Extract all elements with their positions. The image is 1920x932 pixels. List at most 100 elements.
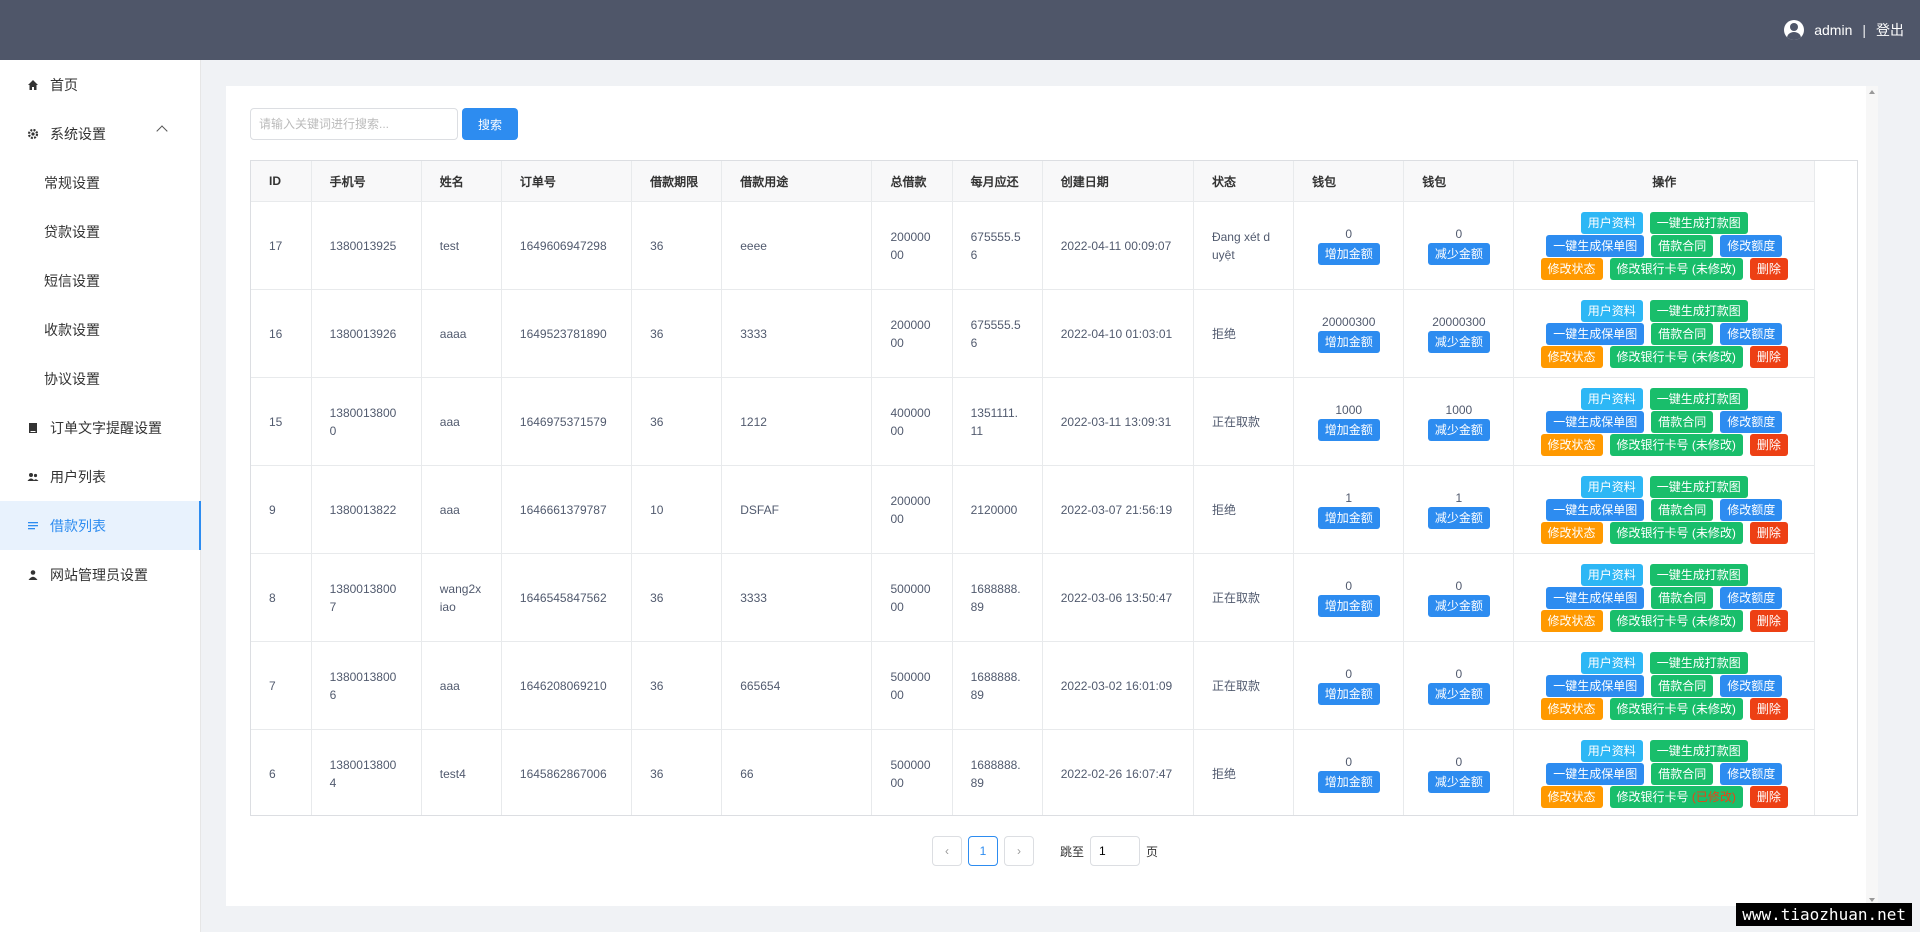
delete-button[interactable]: 删除 (1749, 433, 1788, 456)
edit-limit-button[interactable]: 修改额度 (1720, 762, 1783, 785)
delete-button[interactable]: 删除 (1749, 785, 1788, 808)
edit-status-button[interactable]: 修改状态 (1540, 345, 1603, 368)
cell-name: aaa (421, 377, 502, 466)
delete-button[interactable]: 删除 (1749, 345, 1788, 368)
add-amount-button[interactable]: 增加金额 (1317, 683, 1380, 705)
loan-contract-button[interactable]: 借款合同 (1651, 322, 1714, 345)
search-button[interactable]: 搜索 (462, 108, 518, 140)
cell-id: 15 (251, 377, 312, 466)
loan-contract-button[interactable]: 借款合同 (1651, 586, 1714, 609)
edit-status-button[interactable]: 修改状态 (1540, 609, 1603, 632)
bank-modified-status: (未修改) (1691, 701, 1736, 716)
sidebar-item-sms-settings[interactable]: 短信设置 (0, 256, 200, 305)
user-profile-button[interactable]: 用户资料 (1580, 739, 1643, 762)
user-profile-button[interactable]: 用户资料 (1580, 651, 1643, 674)
sidebar-item-system-settings[interactable]: 系统设置 (0, 109, 200, 158)
delete-button[interactable]: 删除 (1749, 257, 1788, 280)
edit-limit-button[interactable]: 修改额度 (1720, 322, 1783, 345)
user-avatar-icon[interactable] (1784, 20, 1805, 40)
generate-payment-image-button[interactable]: 一键生成打款图 (1649, 739, 1748, 762)
edit-status-button[interactable]: 修改状态 (1540, 785, 1603, 808)
scroll-up-icon[interactable] (1869, 90, 1875, 94)
sidebar-item-admin-settings[interactable]: 网站管理员设置 (0, 550, 200, 599)
chevron-up-icon[interactable] (156, 125, 168, 137)
jump-page-input[interactable] (1090, 836, 1141, 866)
user-profile-button[interactable]: 用户资料 (1580, 299, 1643, 322)
generate-payment-image-button[interactable]: 一键生成打款图 (1649, 387, 1748, 410)
cell-status: 正在取款 (1193, 641, 1295, 730)
sidebar-item-general-settings[interactable]: 常规设置 (0, 158, 200, 207)
edit-bank-card-button[interactable]: 修改银行卡号 (未修改) (1609, 257, 1743, 280)
generate-payment-image-button[interactable]: 一键生成打款图 (1649, 651, 1748, 674)
generate-payment-image-button[interactable]: 一键生成打款图 (1649, 563, 1748, 586)
edit-limit-button[interactable]: 修改额度 (1720, 498, 1783, 521)
loan-contract-button[interactable]: 借款合同 (1651, 234, 1714, 257)
edit-bank-card-button[interactable]: 修改银行卡号 (未修改) (1609, 697, 1743, 720)
subtract-amount-button[interactable]: 减少金额 (1427, 683, 1490, 705)
generate-payment-image-button[interactable]: 一键生成打款图 (1649, 299, 1748, 322)
subtract-amount-button[interactable]: 减少金额 (1427, 595, 1490, 617)
loan-contract-button[interactable]: 借款合同 (1651, 498, 1714, 521)
sidebar-item-user-list[interactable]: 用户列表 (0, 452, 200, 501)
generate-payment-image-button[interactable]: 一键生成打款图 (1649, 211, 1748, 234)
edit-limit-button[interactable]: 修改额度 (1720, 234, 1783, 257)
delete-button[interactable]: 删除 (1749, 609, 1788, 632)
generate-policy-image-button[interactable]: 一键生成保单图 (1546, 586, 1645, 609)
add-amount-button[interactable]: 增加金额 (1317, 331, 1380, 353)
generate-policy-image-button[interactable]: 一键生成保单图 (1546, 762, 1645, 785)
add-amount-button[interactable]: 增加金额 (1317, 507, 1380, 529)
edit-bank-card-button[interactable]: 修改银行卡号 (未修改) (1609, 521, 1743, 544)
edit-status-button[interactable]: 修改状态 (1540, 257, 1603, 280)
subtract-amount-button[interactable]: 减少金额 (1427, 331, 1490, 353)
loan-contract-button[interactable]: 借款合同 (1651, 410, 1714, 433)
generate-policy-image-button[interactable]: 一键生成保单图 (1546, 410, 1645, 433)
edit-limit-button[interactable]: 修改额度 (1720, 674, 1783, 697)
page-number-button[interactable]: 1 (968, 836, 998, 866)
sidebar-item-loan-list[interactable]: 借款列表 (0, 501, 201, 550)
prev-page-button[interactable]: ‹ (932, 836, 962, 866)
username[interactable]: admin (1814, 22, 1852, 38)
user-profile-button[interactable]: 用户资料 (1580, 563, 1643, 586)
edit-limit-button[interactable]: 修改额度 (1720, 586, 1783, 609)
next-page-button[interactable]: › (1004, 836, 1034, 866)
generate-policy-image-button[interactable]: 一键生成保单图 (1546, 498, 1645, 521)
edit-bank-card-button[interactable]: 修改银行卡号 (未修改) (1609, 345, 1743, 368)
vertical-scrollbar[interactable] (1866, 86, 1878, 906)
edit-status-button[interactable]: 修改状态 (1540, 697, 1603, 720)
scroll-down-icon[interactable] (1869, 898, 1875, 902)
user-profile-button[interactable]: 用户资料 (1580, 387, 1643, 410)
loan-contract-button[interactable]: 借款合同 (1651, 762, 1714, 785)
cell-wallet1: 20000300 增加金额 (1293, 289, 1405, 378)
sidebar-item-order-reminder[interactable]: 订单文字提醒设置 (0, 403, 200, 452)
search-input[interactable] (250, 108, 458, 140)
sidebar-item-home[interactable]: 首页 (0, 60, 200, 109)
add-amount-button[interactable]: 增加金额 (1317, 243, 1380, 265)
generate-policy-image-button[interactable]: 一键生成保单图 (1546, 322, 1645, 345)
add-amount-button[interactable]: 增加金额 (1317, 771, 1380, 793)
user-profile-button[interactable]: 用户资料 (1580, 475, 1643, 498)
add-amount-button[interactable]: 增加金额 (1317, 419, 1380, 441)
add-amount-button[interactable]: 增加金额 (1317, 595, 1380, 617)
edit-bank-card-button[interactable]: 修改银行卡号 (未修改) (1609, 609, 1743, 632)
logout-link[interactable]: 登出 (1876, 20, 1904, 40)
loan-contract-button[interactable]: 借款合同 (1651, 674, 1714, 697)
generate-policy-image-button[interactable]: 一键生成保单图 (1546, 674, 1645, 697)
edit-bank-card-button[interactable]: 修改银行卡号 (已修改) (1609, 785, 1743, 808)
sidebar-item-loan-settings[interactable]: 贷款设置 (0, 207, 200, 256)
sidebar-item-payment-settings[interactable]: 收款设置 (0, 305, 200, 354)
edit-status-button[interactable]: 修改状态 (1540, 433, 1603, 456)
edit-bank-card-button[interactable]: 修改银行卡号 (未修改) (1609, 433, 1743, 456)
subtract-amount-button[interactable]: 减少金额 (1427, 243, 1490, 265)
edit-status-button[interactable]: 修改状态 (1540, 521, 1603, 544)
generate-payment-image-button[interactable]: 一键生成打款图 (1649, 475, 1748, 498)
subtract-amount-button[interactable]: 减少金额 (1427, 419, 1490, 441)
sidebar-item-agreement-settings[interactable]: 协议设置 (0, 354, 200, 403)
edit-limit-button[interactable]: 修改额度 (1720, 410, 1783, 433)
subtract-amount-button[interactable]: 减少金额 (1427, 771, 1490, 793)
user-profile-button[interactable]: 用户资料 (1580, 211, 1643, 234)
delete-button[interactable]: 删除 (1749, 697, 1788, 720)
generate-policy-image-button[interactable]: 一键生成保单图 (1546, 234, 1645, 257)
subtract-amount-button[interactable]: 减少金额 (1427, 507, 1490, 529)
cell-name: wang2xiao (421, 553, 502, 642)
delete-button[interactable]: 删除 (1749, 521, 1788, 544)
